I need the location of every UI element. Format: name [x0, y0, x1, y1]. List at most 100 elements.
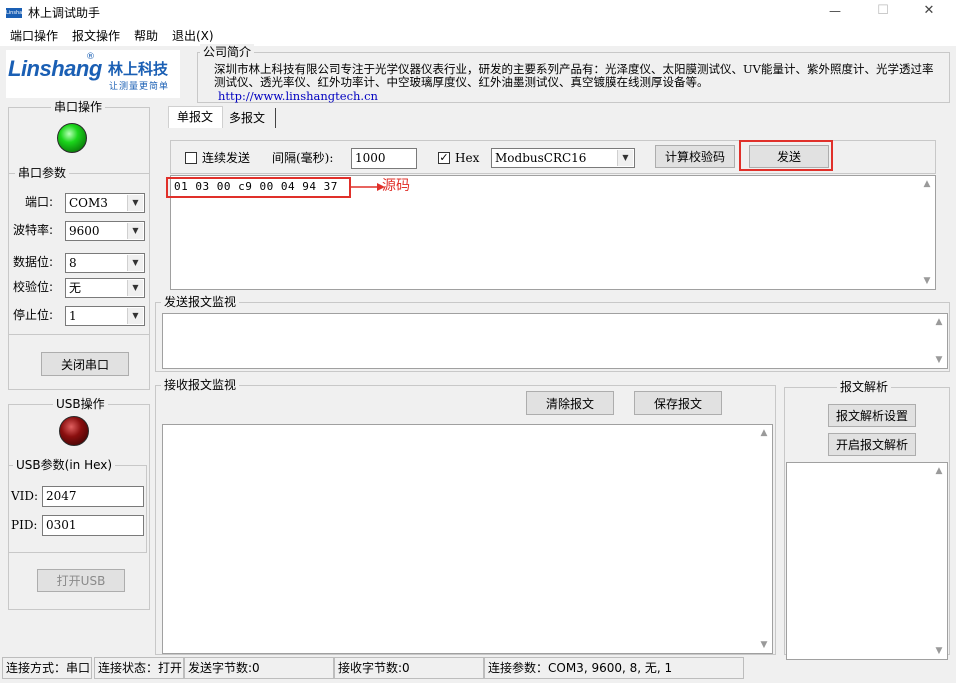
- scroll-up-icon[interactable]: ▲: [931, 463, 947, 479]
- scroll-down-icon[interactable]: ▼: [756, 637, 772, 653]
- status-conn-params: 连接参数：COM3, 9600, 8, 无, 1: [484, 657, 744, 679]
- status-conn-mode: 连接方式：串口: [2, 657, 92, 679]
- parse-scrollbar[interactable]: ▲ ▼: [931, 463, 947, 659]
- baud-label: 波特率:: [13, 223, 54, 237]
- serial-params-title: 串口参数: [15, 165, 70, 181]
- stopbits-select[interactable]: 1 ▼: [65, 306, 145, 326]
- scroll-up-icon[interactable]: ▲: [756, 425, 772, 441]
- status-conn-state: 连接状态：打开: [94, 657, 184, 679]
- parity-label: 校验位:: [13, 280, 54, 294]
- company-group: 公司简介 深圳市林上科技有限公司专注于光学仪器仪表行业，研发的主要系列产品有：光…: [197, 44, 950, 103]
- pid-label: PID:: [11, 518, 38, 532]
- send-button-highlight: [739, 140, 833, 171]
- menu-exit[interactable]: 退出(X): [172, 28, 214, 44]
- send-monitor-area[interactable]: ▲ ▼: [162, 313, 948, 369]
- parse-result-area[interactable]: ▲ ▼: [786, 462, 948, 660]
- maximize-icon[interactable]: ☐: [868, 3, 898, 18]
- port-label: 端口:: [25, 195, 54, 209]
- stopbits-value: 1: [69, 309, 77, 323]
- menu-bar: 端口操作 报文操作 帮助 退出(X): [0, 26, 956, 46]
- app-icon: Linshang: [6, 8, 22, 18]
- chevron-down-icon: ▼: [127, 255, 143, 271]
- brand-cn-name: 林上科技: [108, 60, 169, 78]
- databits-label: 数据位:: [13, 255, 54, 269]
- hex-label: Hex: [455, 151, 480, 165]
- minimize-icon[interactable]: —: [820, 4, 850, 18]
- pid-field[interactable]: 0301: [42, 515, 144, 536]
- vid-label: VID:: [11, 489, 39, 503]
- open-usb-button[interactable]: 打开USB: [37, 569, 125, 592]
- scroll-up-icon[interactable]: ▲: [919, 176, 935, 192]
- usb-group-title: USB操作: [53, 396, 108, 412]
- continuous-checkbox[interactable]: [185, 152, 197, 164]
- registered-mark: ®: [86, 52, 95, 62]
- baud-value: 9600: [69, 224, 100, 238]
- usb-group: USB操作 USB参数(in Hex) VID: 2047 PID: 0301 …: [8, 396, 150, 610]
- close-icon[interactable]: ✕: [914, 3, 944, 18]
- recv-monitor-area[interactable]: ▲ ▼: [162, 424, 773, 654]
- stopbits-label: 停止位:: [13, 308, 54, 322]
- parity-value: 无: [69, 281, 82, 295]
- parity-select[interactable]: 无 ▼: [65, 278, 145, 298]
- vid-field[interactable]: 2047: [42, 486, 144, 507]
- interval-label: 间隔(毫秒):: [272, 151, 334, 165]
- source-annotation: 源码: [382, 178, 410, 194]
- source-scrollbar[interactable]: ▲ ▼: [919, 176, 935, 289]
- interval-field[interactable]: 1000: [351, 148, 417, 169]
- status-recv-bytes: 接收字节数:0: [334, 657, 484, 679]
- crc-mode-value: ModbusCRC16: [495, 151, 587, 165]
- databits-select[interactable]: 8 ▼: [65, 253, 145, 273]
- tab-single[interactable]: 单报文: [168, 106, 223, 128]
- company-url[interactable]: http://www.linshangtech.cn: [218, 90, 378, 103]
- annotation-arrow-icon: [351, 183, 385, 191]
- chevron-down-icon: ▼: [617, 150, 633, 166]
- tab-single-label: 单报文: [177, 110, 214, 124]
- company-group-title: 公司简介: [200, 44, 255, 60]
- parse-group-title: 报文解析: [837, 379, 892, 395]
- close-serial-button[interactable]: 关闭串口: [41, 352, 129, 376]
- brand-slogan: 让测量更简单: [109, 82, 170, 92]
- port-select[interactable]: COM3 ▼: [65, 193, 145, 213]
- baud-select[interactable]: 9600 ▼: [65, 221, 145, 241]
- hex-checkbox[interactable]: ✓: [438, 152, 450, 164]
- calc-checksum-button[interactable]: 计算校验码: [655, 145, 735, 168]
- usb-params-group: USB参数(in Hex): [9, 457, 147, 553]
- usb-status-led: [59, 416, 89, 446]
- tab-strip: 单报文 多报文: [168, 106, 288, 128]
- scroll-down-icon[interactable]: ▼: [931, 352, 947, 368]
- chevron-down-icon: ▼: [127, 195, 143, 211]
- port-value: COM3: [69, 196, 108, 210]
- crc-mode-select[interactable]: ModbusCRC16 ▼: [491, 148, 635, 168]
- menu-message[interactable]: 报文操作: [72, 28, 120, 44]
- status-bar: 连接方式：串口 连接状态：打开 发送字节数:0 接收字节数:0 连接参数：COM…: [0, 657, 956, 679]
- serial-status-led: [57, 123, 87, 153]
- serial-group: 串口操作 串口参数 端口: COM3 ▼ 波特率: 9600 ▼ 数据位: 8 …: [8, 99, 150, 390]
- chevron-down-icon: ▼: [127, 223, 143, 239]
- tab-multi[interactable]: 多报文: [223, 108, 276, 128]
- save-messages-button[interactable]: 保存报文: [634, 391, 722, 415]
- source-highlight: [166, 177, 351, 198]
- scroll-up-icon[interactable]: ▲: [931, 314, 947, 330]
- serial-group-title: 串口操作: [51, 99, 106, 115]
- menu-port[interactable]: 端口操作: [10, 28, 58, 44]
- send-monitor-scrollbar[interactable]: ▲ ▼: [931, 314, 947, 368]
- status-send-bytes: 发送字节数:0: [184, 657, 334, 679]
- company-text: 深圳市林上科技有限公司专注于光学仪器仪表行业，研发的主要系列产品有：光泽度仪、太…: [214, 62, 934, 89]
- clear-messages-button[interactable]: 清除报文: [526, 391, 614, 415]
- tab-multi-label: 多报文: [229, 111, 266, 125]
- title-bar[interactable]: Linshang 林上调试助手 — ☐ ✕: [0, 0, 956, 26]
- recv-monitor-title: 接收报文监视: [161, 377, 240, 393]
- chevron-down-icon: ▼: [127, 308, 143, 324]
- parse-settings-button[interactable]: 报文解析设置: [828, 404, 916, 427]
- brand-logo: Linshang ® 林上科技 让测量更简单: [6, 50, 180, 98]
- usb-params-title: USB参数(in Hex): [13, 457, 116, 473]
- recv-monitor-scrollbar[interactable]: ▲ ▼: [756, 425, 772, 653]
- send-monitor-title: 发送报文监视: [161, 294, 240, 310]
- chevron-down-icon: ▼: [127, 280, 143, 296]
- databits-value: 8: [69, 256, 77, 270]
- scroll-down-icon[interactable]: ▼: [919, 273, 935, 289]
- enable-parse-button[interactable]: 开启报文解析: [828, 433, 916, 456]
- menu-help[interactable]: 帮助: [134, 28, 158, 44]
- window-title: 林上调试助手: [28, 6, 101, 20]
- continuous-label: 连续发送: [202, 151, 251, 165]
